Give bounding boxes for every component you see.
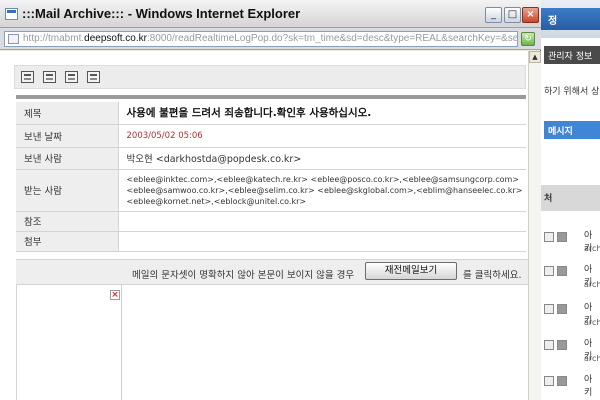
admin-info-button[interactable]: 관리자 정보 — [544, 46, 600, 64]
mail-date: 2003/05/02 05:06 — [126, 130, 203, 141]
doc-icon[interactable] — [544, 304, 554, 314]
forward-icon[interactable] — [87, 71, 100, 83]
divider — [16, 95, 526, 99]
mail-sender: 박오현 <darkhostda@popdesk.co.kr> — [126, 154, 302, 165]
ie-window-icon — [5, 8, 18, 20]
close-button[interactable]: × — [522, 7, 539, 23]
delete-icon[interactable] — [557, 376, 567, 386]
list-row[interactable]: 아키 — [540, 336, 600, 362]
notice-tail: 를 클릭하세요. — [463, 270, 522, 281]
attachment-label: 첨부 — [16, 231, 119, 252]
date-label: 보낸 날짜 — [16, 124, 119, 148]
delete-icon[interactable] — [557, 232, 567, 242]
mail-header-table: 제목 사용에 불편을 드려서 죄송합니다.확인후 사용하십시오. 보낸 날짜 2… — [16, 102, 526, 252]
resend-view-button[interactable]: 재전메일보기 — [365, 262, 457, 280]
background-text: 하기 위해서 상 — [544, 87, 600, 97]
notice-text: 메일의 문자셋이 명확하지 않아 본문이 보이지 않을 경우 — [132, 270, 355, 281]
mail-archive-popup: :::Mail Archive::: - Windows Internet Ex… — [0, 0, 541, 400]
broken-image-icon: × — [110, 290, 120, 300]
message-bar: 메시지 — [544, 121, 600, 139]
delete-icon[interactable] — [557, 340, 567, 350]
doc-icon[interactable] — [544, 340, 554, 350]
address-bar: http://tmabmt.deepsoft.co.kr:8000/readRe… — [0, 28, 541, 50]
maximize-button[interactable]: □ — [504, 7, 521, 23]
list-subtext: archi — [584, 244, 600, 253]
mail-body-frame — [16, 285, 529, 400]
vertical-scrollbar[interactable]: ▲ — [528, 51, 541, 400]
delete-icon[interactable] — [557, 266, 567, 276]
mail-body — [121, 285, 529, 400]
charset-notice: 메일의 문자셋이 명확하지 않아 본문이 보이지 않을 경우 재전메일보기 를 … — [16, 259, 528, 285]
refresh-icon[interactable]: ↻ — [521, 32, 535, 46]
save-icon[interactable] — [65, 71, 78, 83]
subject-label: 제목 — [16, 102, 119, 125]
page-icon — [8, 34, 19, 44]
mail-recipients: <eblee@inktec.com>,<eblee@katech.re.kr> … — [118, 169, 526, 212]
delete-icon[interactable] — [557, 304, 567, 314]
mail-cc — [118, 211, 526, 232]
doc-icon[interactable] — [544, 232, 554, 242]
list-row[interactable]: 아키 — [540, 300, 600, 326]
reply-icon[interactable] — [43, 71, 56, 83]
doc-icon[interactable] — [544, 266, 554, 276]
background-tab[interactable]: 정 — [540, 8, 600, 30]
recipients-label: 받는 사람 — [16, 169, 119, 212]
list-subtext: archi — [584, 280, 600, 289]
mail-subject: 사용에 불편을 드려서 죄송합니다.확인후 사용하십시오. — [126, 107, 372, 120]
list-subtext: archi — [584, 354, 600, 363]
sender-label: 보낸 사람 — [16, 147, 119, 170]
mail-toolbar — [14, 65, 526, 89]
list-header: 처 — [540, 185, 600, 211]
window-titlebar[interactable]: :::Mail Archive::: - Windows Internet Ex… — [0, 0, 541, 28]
window-title: :::Mail Archive::: - Windows Internet Ex… — [22, 6, 301, 21]
print-icon[interactable] — [21, 71, 34, 83]
mail-attachment — [118, 231, 526, 252]
list-row[interactable]: 아키 — [540, 262, 600, 288]
cc-label: 참조 — [16, 211, 119, 232]
minimize-button[interactable]: _ — [485, 7, 502, 23]
list-row[interactable]: 아키 — [540, 372, 600, 398]
scroll-up-icon[interactable]: ▲ — [529, 51, 541, 63]
list-subtext: archi — [584, 318, 600, 327]
url-field[interactable]: http://tmabmt.deepsoft.co.kr:8000/readRe… — [4, 31, 518, 47]
doc-icon[interactable] — [544, 376, 554, 386]
